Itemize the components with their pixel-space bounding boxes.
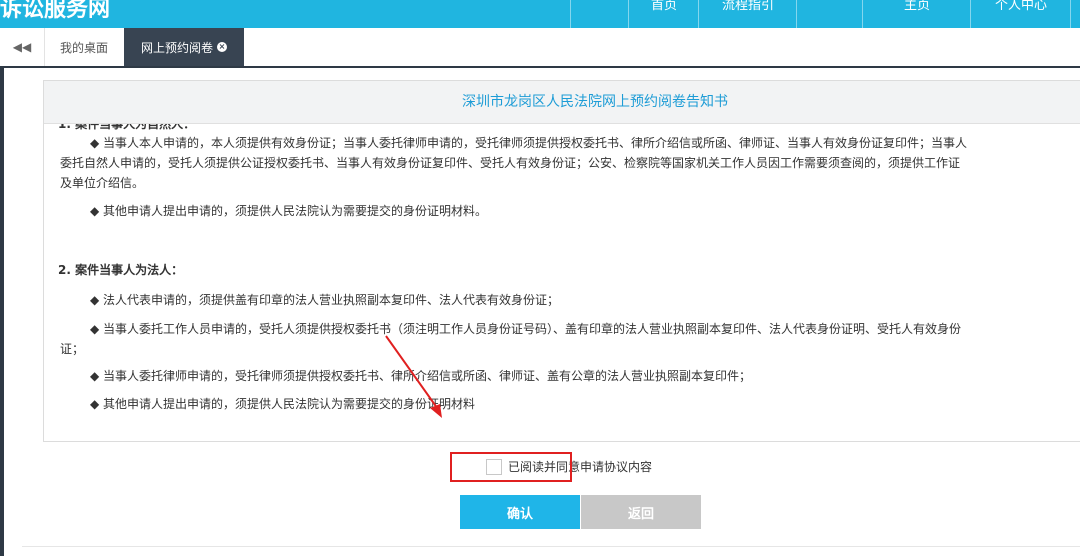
header-nav-icon[interactable] — [796, 0, 863, 28]
notice-paragraph: ◆ 法人代表申请的，须提供盖有印章的法人营业执照副本复印件、法人代表有效身份证； — [90, 293, 560, 307]
notice-paragraph: 及单位介绍信。 — [60, 176, 145, 190]
notice-paragraph: 证； — [60, 342, 85, 356]
header-nav-portal[interactable]: 主页 — [862, 0, 971, 28]
notice-panel[interactable]: 深圳市龙岗区人民法院网上预约阅卷告知书 1. 案件当事人为自然人： ◆ 当事人本… — [43, 80, 1080, 442]
notice-paragraph: ◆ 当事人委托工作人员申请的，受托人须提供授权委托书（须注明工作人员身份证号码）… — [90, 322, 962, 336]
notice-paragraph: ◆ 其他申请人提出申请的，须提供人民法院认为需要提交的身份证明材料 — [90, 397, 476, 411]
red-highlight-box — [450, 452, 572, 482]
bottom-divider — [22, 546, 1080, 547]
top-header: 诉讼服务网 首页 流程指引 主页 个人中心 — [0, 0, 1080, 28]
tab-bar: ◀◀ 我的桌面 网上预约阅卷 × — [0, 28, 1080, 68]
tab-online-reservation[interactable]: 网上预约阅卷 × — [124, 28, 244, 66]
confirm-button[interactable]: 确认 — [460, 495, 580, 529]
tab-online-reservation-label: 网上预约阅卷 — [140, 40, 213, 55]
back-button[interactable]: 返回 — [581, 495, 701, 529]
notice-paragraph: ◆ 当事人本人申请的，本人须提供有效身份证；当事人委托律师申请的，受托律师须提供… — [90, 136, 968, 150]
left-sidebar-strip — [0, 68, 23, 556]
notice-paragraph: ◆ 当事人委托律师申请的，受托律师须提供授权委托书、律所介绍信或所函、律师证、盖… — [90, 369, 752, 383]
notice-body[interactable]: 1. 案件当事人为自然人： ◆ 当事人本人申请的，本人须提供有效身份证；当事人委… — [44, 124, 1080, 441]
tab-scroll-back-icon[interactable]: ◀◀ — [0, 28, 45, 66]
header-nav-user[interactable]: 个人中心 — [970, 0, 1071, 28]
header-nav-extra[interactable] — [1070, 0, 1080, 28]
notice-paragraph: 委托自然人申请的，受托人须提供公证授权委托书、当事人有效身份证复印件、受托人有效… — [60, 156, 961, 170]
header-nav-item-1[interactable] — [570, 0, 629, 28]
section2-heading: 2. 案件当事人为法人： — [58, 263, 184, 277]
tab-my-desktop[interactable]: 我的桌面 — [44, 28, 124, 66]
header-nav-home[interactable]: 首页 — [628, 0, 699, 28]
notice-title: 深圳市龙岗区人民法院网上预约阅卷告知书 — [462, 94, 728, 110]
site-title: 诉讼服务网 — [0, 0, 111, 22]
close-icon[interactable]: × — [217, 42, 227, 52]
notice-header: 深圳市龙岗区人民法院网上预约阅卷告知书 — [44, 81, 1080, 124]
notice-paragraph: ◆ 其他申请人提出申请的，须提供人民法院认为需要提交的身份证明材料。 — [90, 204, 488, 218]
main-content: 深圳市龙岗区人民法院网上预约阅卷告知书 1. 案件当事人为自然人： ◆ 当事人本… — [22, 68, 1080, 556]
header-nav-guide[interactable]: 流程指引 — [698, 0, 797, 28]
